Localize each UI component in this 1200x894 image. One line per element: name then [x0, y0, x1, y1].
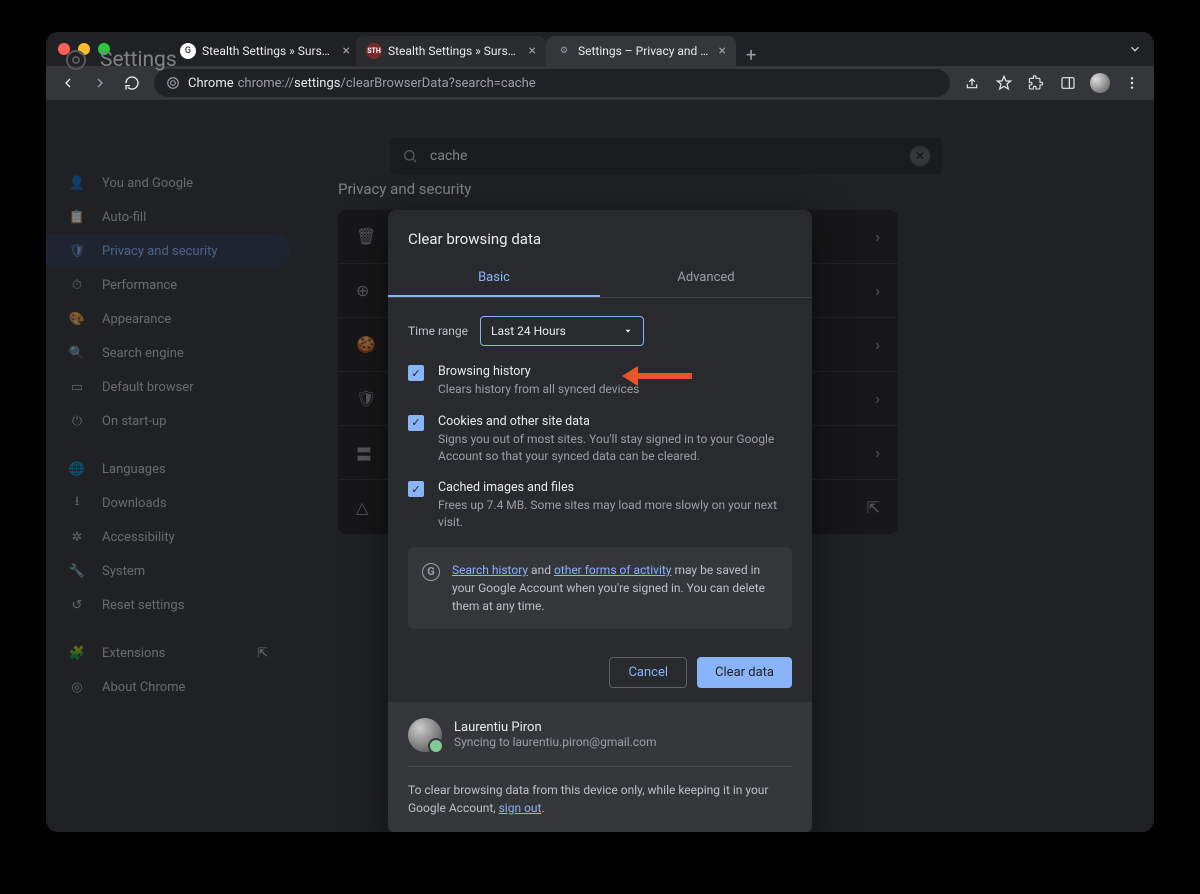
checkbox-icon[interactable]: ✓: [408, 365, 424, 381]
clipboard-icon: 📋: [68, 210, 86, 225]
chrome-icon: ◎: [68, 680, 86, 695]
sidebar-item-label: Auto-fill: [102, 210, 146, 225]
sidebar-item-performance[interactable]: ⏱ Performance: [46, 268, 290, 302]
user-sync: Syncing to laurentiu.piron@gmail.com: [454, 735, 657, 749]
check-desc: Signs you out of most sites. You'll stay…: [438, 431, 792, 465]
sidebar-item-languages[interactable]: 🌐 Languages: [46, 452, 290, 486]
sidebar-item-on-startup[interactable]: ⏻ On start-up: [46, 404, 290, 438]
settings-header: Settings: [46, 32, 1154, 88]
sidebar-item-label: Search engine: [102, 346, 184, 361]
accessibility-icon: ✲: [68, 530, 86, 545]
time-range-select[interactable]: Last 24 Hours: [480, 316, 644, 346]
check-desc: Frees up 7.4 MB. Some sites may load mor…: [438, 497, 792, 531]
chevron-down-icon: [623, 326, 633, 336]
time-range-label: Time range: [408, 324, 468, 338]
shield-icon: 🛡: [68, 244, 86, 259]
sidebar-item-label: Downloads: [102, 496, 167, 511]
sidebar-item-default-browser[interactable]: ▭ Default browser: [46, 370, 290, 404]
sidebar-item-label: Default browser: [102, 380, 194, 395]
check-cached[interactable]: ✓ Cached images and files Frees up 7.4 M…: [408, 480, 792, 531]
checkbox-icon[interactable]: ✓: [408, 481, 424, 497]
cancel-button[interactable]: Cancel: [609, 657, 687, 688]
sidebar-item-autofill[interactable]: 📋 Auto-fill: [46, 200, 290, 234]
settings-title: Settings: [100, 48, 177, 72]
check-cookies[interactable]: ✓ Cookies and other site data Signs you …: [408, 414, 792, 465]
check-title: Cached images and files: [438, 480, 792, 495]
speed-icon: ⏱: [68, 278, 86, 293]
sidebar-item-label: You and Google: [102, 176, 193, 191]
power-icon: ⏻: [68, 414, 86, 429]
person-icon: 👤: [68, 176, 86, 191]
breadcrumb: Privacy and security: [338, 180, 1114, 198]
sidebar-item-downloads[interactable]: ⭳ Downloads: [46, 486, 290, 520]
dialog-title: Clear browsing data: [388, 210, 812, 260]
sidebar-item-accessibility[interactable]: ✲ Accessibility: [46, 520, 290, 554]
tab-basic[interactable]: Basic: [388, 260, 600, 297]
check-title: Browsing history: [438, 364, 639, 379]
sidebar-item-appearance[interactable]: 🎨 Appearance: [46, 302, 290, 336]
time-range-row: Time range Last 24 Hours: [408, 316, 792, 346]
sidebar-item-label: Extensions: [102, 646, 165, 661]
checkbox-icon[interactable]: ✓: [408, 415, 424, 431]
trash-icon: 🗑: [356, 227, 376, 246]
external-link-icon: ⇱: [257, 646, 268, 661]
annotation-arrow: [638, 373, 692, 379]
sidebar-item-about[interactable]: ◎ About Chrome: [46, 670, 290, 704]
sidebar-item-label: On start-up: [102, 414, 166, 429]
shield-icon: 🛡: [356, 389, 376, 408]
clear-data-button[interactable]: Clear data: [697, 657, 792, 688]
globe-icon: 🌐: [68, 462, 86, 477]
google-g-icon: G: [422, 563, 440, 581]
tune-icon: 〓: [356, 441, 376, 465]
info-box: G Search history and other forms of acti…: [408, 547, 792, 629]
sidebar-item-extensions[interactable]: 🧩 Extensions ⇱: [46, 636, 290, 670]
dialog-footer: Laurentiu Piron Syncing to laurentiu.pir…: [388, 702, 812, 832]
sidebar-item-system[interactable]: 🔧 System: [46, 554, 290, 588]
chrome-logo-icon: [66, 50, 86, 70]
palette-icon: 🎨: [68, 312, 86, 327]
sidebar-item-label: Appearance: [102, 312, 171, 327]
cookie-icon: 🍪: [356, 335, 376, 354]
check-desc: Clears history from all synced devices: [438, 381, 639, 398]
reset-icon: ↺: [68, 598, 86, 613]
other-activity-link[interactable]: other forms of activity: [554, 563, 672, 577]
sidebar-item-you-and-google[interactable]: 👤 You and Google: [46, 166, 290, 200]
avatar: [408, 718, 442, 752]
sidebar-item-reset[interactable]: ↺ Reset settings: [46, 588, 290, 622]
sidebar-item-search-engine[interactable]: 🔍 Search engine: [46, 336, 290, 370]
sidebar-item-privacy[interactable]: 🛡 Privacy and security: [46, 234, 290, 268]
browser-window: G Stealth Settings » Sursa de tut × STH …: [46, 32, 1154, 832]
info-text: Search history and other forms of activi…: [452, 561, 778, 615]
browser-icon: ▭: [68, 380, 86, 395]
user-row: Laurentiu Piron Syncing to laurentiu.pir…: [408, 718, 792, 767]
sidebar-item-label: System: [102, 564, 145, 579]
sidebar-item-label: Privacy and security: [102, 244, 218, 259]
download-icon: ⭳: [68, 492, 86, 514]
search-history-link[interactable]: Search history: [452, 563, 528, 577]
sandbox-icon: △: [356, 498, 376, 517]
wrench-icon: 🔧: [68, 564, 86, 579]
check-browsing-history[interactable]: ✓ Browsing history Clears history from a…: [408, 364, 792, 398]
sign-out-link[interactable]: sign out: [499, 801, 542, 815]
sidebar-item-label: Reset settings: [102, 598, 184, 613]
sidebar-item-label: Languages: [102, 462, 166, 477]
tab-advanced[interactable]: Advanced: [600, 260, 812, 297]
sidebar-item-label: Accessibility: [102, 530, 175, 545]
external-link-icon: ⇱: [867, 498, 880, 517]
signout-text: To clear browsing data from this device …: [408, 781, 792, 817]
target-icon: ⊕: [356, 281, 376, 300]
check-title: Cookies and other site data: [438, 414, 792, 429]
time-range-value: Last 24 Hours: [491, 324, 566, 338]
clear-data-dialog: Clear browsing data Basic Advanced Time …: [388, 210, 812, 832]
puzzle-icon: 🧩: [68, 646, 86, 661]
dialog-actions: Cancel Clear data: [388, 643, 812, 702]
sidebar-item-label: Performance: [102, 278, 177, 293]
dialog-tabs: Basic Advanced: [388, 260, 812, 298]
search-icon: 🔍: [68, 346, 86, 361]
sidebar-item-label: About Chrome: [102, 680, 185, 695]
user-name: Laurentiu Piron: [454, 720, 657, 735]
settings-sidebar: 👤 You and Google 📋 Auto-fill 🛡 Privacy and …: [46, 156, 298, 832]
